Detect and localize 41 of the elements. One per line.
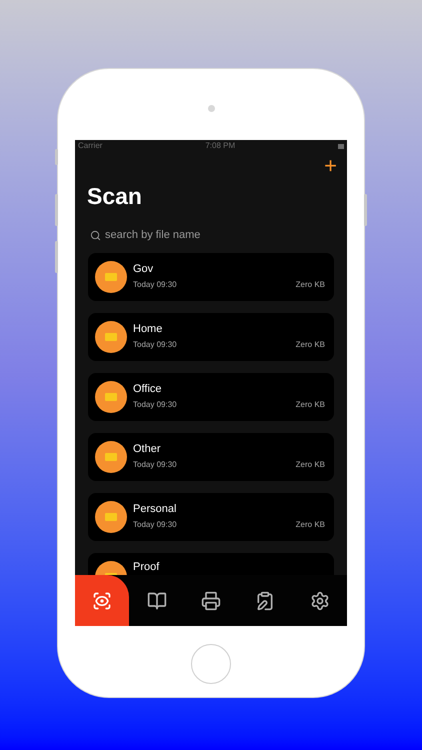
search-input[interactable]: search by file name xyxy=(105,226,305,244)
folder-size: Zero KB xyxy=(296,399,326,411)
scanner-icon xyxy=(201,590,222,610)
folder-date: Today 09:30 xyxy=(133,459,177,471)
search-icon xyxy=(90,230,101,240)
folder-name: Office xyxy=(133,383,163,396)
settings-icon xyxy=(310,590,330,610)
clipboard-pen-icon xyxy=(255,590,276,610)
scan-eye-icon xyxy=(92,590,112,610)
carrier-label: Carrier xyxy=(78,140,102,152)
folder-name: Personal xyxy=(133,503,178,516)
folder-date: Today 09:30 xyxy=(133,399,177,411)
search-field[interactable]: search by file name xyxy=(90,224,332,246)
folder-icon xyxy=(95,501,127,533)
folder-name: Proof xyxy=(133,561,160,574)
folder-name: Gov xyxy=(133,263,154,276)
folder-date: Today 09:30 xyxy=(133,519,177,531)
battery-icon xyxy=(338,144,344,148)
status-time: 7:08 PM xyxy=(205,140,236,152)
folder-date: Today 09:30 xyxy=(133,279,177,291)
folder-size: Zero KB xyxy=(296,459,326,471)
folder-row[interactable]: Personal Today 09:30 Zero KB xyxy=(88,493,334,541)
folder-icon xyxy=(95,261,127,293)
folder-row[interactable]: Office Today 09:30 Zero KB xyxy=(88,373,334,421)
folder-size: Zero KB xyxy=(296,339,326,351)
folder-row[interactable]: Home Today 09:30 Zero KB xyxy=(88,313,334,361)
folder-name: Other xyxy=(133,443,162,456)
book-icon xyxy=(146,590,167,610)
folder-icon xyxy=(95,321,127,353)
folder-icon xyxy=(95,441,127,473)
folder-icon xyxy=(95,381,127,413)
folder-size: Zero KB xyxy=(296,519,326,531)
folder-row[interactable]: Other Today 09:30 Zero KB xyxy=(88,433,334,481)
folder-name: Home xyxy=(133,323,164,336)
folder-date: Today 09:30 xyxy=(133,339,177,351)
folder-row[interactable]: Proof xyxy=(88,553,334,575)
folder-size: Zero KB xyxy=(296,279,326,291)
add-button[interactable]: + xyxy=(324,155,337,177)
tab[interactable] xyxy=(75,575,130,626)
page-title: Scan xyxy=(86,182,143,211)
folder-row[interactable]: Gov Today 09:30 Zero KB xyxy=(88,253,334,301)
